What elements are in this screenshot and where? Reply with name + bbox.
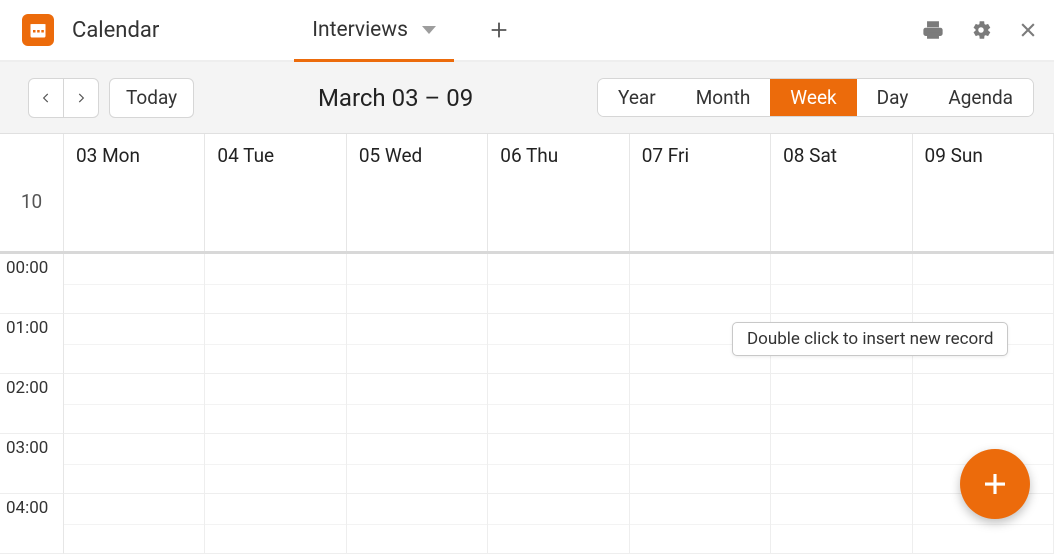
- today-label: Today: [126, 86, 177, 109]
- week-header: 10 03 Mon 04 Tue 05 Wed 06 Thu 07 Fri 08…: [0, 134, 1054, 254]
- print-icon[interactable]: [922, 19, 944, 41]
- time-grid: 00:00 01:00 02:00 03:00 04:00: [0, 254, 1054, 554]
- grid-cell[interactable]: [630, 494, 771, 554]
- titlebar: Calendar Interviews: [0, 0, 1054, 62]
- grid-cell[interactable]: [347, 434, 488, 494]
- grid-cell[interactable]: [913, 374, 1054, 434]
- close-icon[interactable]: [1018, 20, 1038, 40]
- calendar-app-icon: [22, 14, 54, 46]
- view-year[interactable]: Year: [598, 79, 676, 116]
- grid-cell[interactable]: [347, 494, 488, 554]
- grid-cell[interactable]: [64, 314, 205, 374]
- day-header[interactable]: 05 Wed: [347, 134, 488, 251]
- grid-cell[interactable]: [347, 314, 488, 374]
- today-button[interactable]: Today: [109, 78, 194, 118]
- hour-row: 04:00: [0, 494, 1054, 554]
- grid-cell[interactable]: [771, 494, 912, 554]
- day-header[interactable]: 04 Tue: [205, 134, 346, 251]
- hour-row: 03:00: [0, 434, 1054, 494]
- grid-cell[interactable]: [630, 374, 771, 434]
- hour-label: 02:00: [0, 374, 64, 434]
- chevron-down-icon: [422, 26, 436, 34]
- calendar-toolbar: Today March 03 – 09 Year Month Week Day …: [0, 62, 1054, 134]
- app-title: Calendar: [72, 18, 159, 43]
- grid-cell[interactable]: [205, 254, 346, 314]
- day-header[interactable]: 06 Thu: [488, 134, 629, 251]
- grid-cell[interactable]: [205, 494, 346, 554]
- insert-tooltip: Double click to insert new record: [732, 322, 1008, 356]
- view-month[interactable]: Month: [676, 79, 771, 116]
- hour-label: 01:00: [0, 314, 64, 374]
- grid-cell[interactable]: [488, 374, 629, 434]
- nav-arrows: [28, 78, 99, 118]
- add-record-fab[interactable]: [960, 449, 1030, 519]
- grid-cell[interactable]: [347, 254, 488, 314]
- add-tab-button[interactable]: [484, 15, 514, 45]
- grid-cell[interactable]: [64, 494, 205, 554]
- grid-cell[interactable]: [488, 494, 629, 554]
- grid-cell[interactable]: [913, 254, 1054, 314]
- title-actions: [922, 19, 1038, 41]
- gear-icon[interactable]: [970, 19, 992, 41]
- view-day[interactable]: Day: [857, 79, 929, 116]
- grid-cell[interactable]: [771, 254, 912, 314]
- date-range-title: March 03 – 09: [194, 84, 597, 112]
- day-header[interactable]: 09 Sun: [913, 134, 1054, 251]
- hour-label: 03:00: [0, 434, 64, 494]
- grid-cell[interactable]: [64, 374, 205, 434]
- grid-cell[interactable]: [630, 254, 771, 314]
- grid-cell[interactable]: [347, 374, 488, 434]
- tab-bar: Interviews: [294, 0, 514, 60]
- grid-cell[interactable]: [64, 254, 205, 314]
- hour-label: 00:00: [0, 254, 64, 314]
- grid-cell[interactable]: [205, 314, 346, 374]
- view-agenda[interactable]: Agenda: [928, 79, 1033, 116]
- grid-cell[interactable]: [771, 374, 912, 434]
- grid-cell[interactable]: [488, 314, 629, 374]
- day-header[interactable]: 07 Fri: [630, 134, 771, 251]
- grid-cell[interactable]: [64, 434, 205, 494]
- grid-cell[interactable]: [630, 434, 771, 494]
- tab-interviews[interactable]: Interviews: [294, 0, 454, 60]
- grid-cell[interactable]: [205, 374, 346, 434]
- grid-cell[interactable]: [488, 254, 629, 314]
- hour-label: 04:00: [0, 494, 64, 554]
- day-header[interactable]: 08 Sat: [771, 134, 912, 251]
- prev-button[interactable]: [28, 78, 64, 118]
- hour-row: 00:00: [0, 254, 1054, 314]
- view-week[interactable]: Week: [770, 79, 856, 116]
- next-button[interactable]: [63, 78, 99, 118]
- hour-row: 02:00: [0, 374, 1054, 434]
- grid-cell[interactable]: [771, 434, 912, 494]
- grid-cell[interactable]: [488, 434, 629, 494]
- grid-cell[interactable]: [205, 434, 346, 494]
- tab-label: Interviews: [312, 18, 408, 42]
- day-header[interactable]: 03 Mon: [64, 134, 205, 251]
- view-switch: Year Month Week Day Agenda: [597, 78, 1034, 117]
- week-number: 10: [0, 134, 64, 251]
